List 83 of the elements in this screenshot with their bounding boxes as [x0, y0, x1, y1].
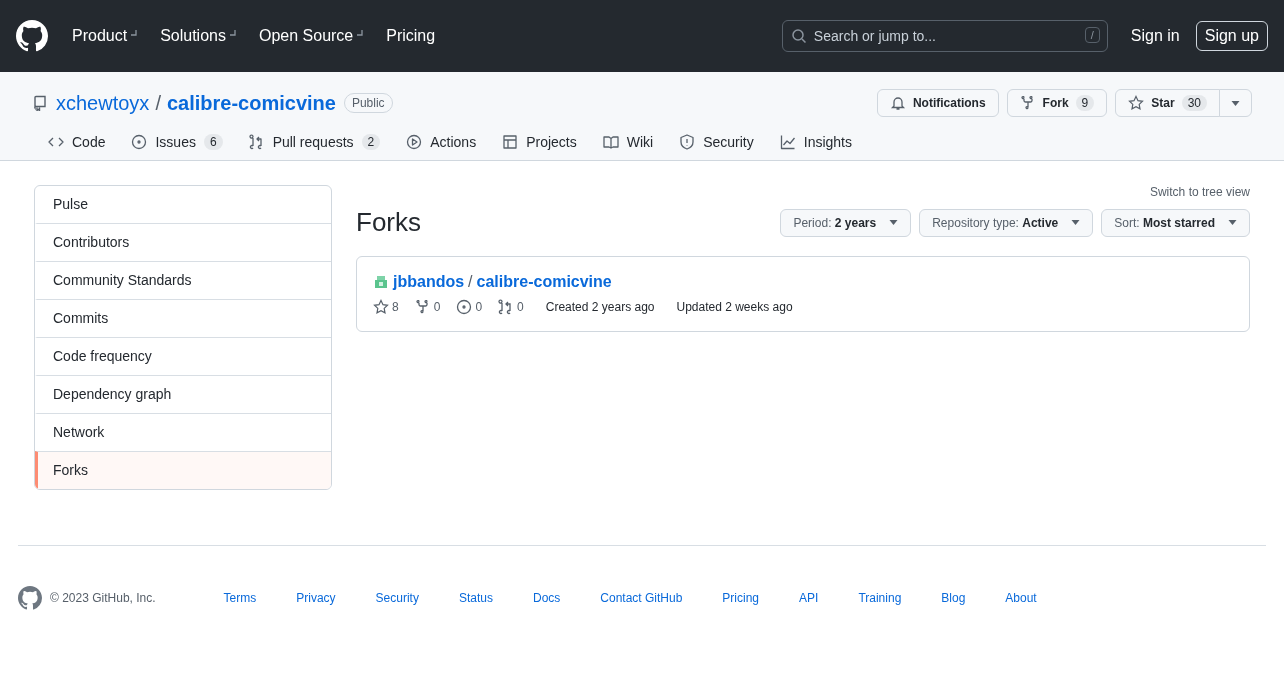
footer-link[interactable]: Security: [375, 591, 419, 605]
search-icon: [790, 28, 807, 44]
menu-item[interactable]: Pulse: [35, 186, 331, 223]
avatar-icon: [373, 274, 389, 290]
fork-count: 9: [1075, 95, 1095, 111]
repository-tab[interactable]: Projects: [494, 134, 585, 150]
nav-menu-link[interactable]: Solutions: [160, 27, 237, 45]
sign-up-button[interactable]: Sign up: [1195, 21, 1268, 51]
repository-tab[interactable]: Wiki: [594, 134, 662, 150]
repository-tab[interactable]: Code: [40, 134, 114, 150]
shortcut-key: /: [1084, 27, 1100, 43]
security-icon: [679, 134, 696, 150]
wiki-icon: [602, 134, 619, 150]
issue-icon: [456, 299, 473, 315]
nav-menu-link[interactable]: Pricing: [386, 27, 436, 45]
repository-name-link[interactable]: calibre-comicvine: [166, 91, 336, 115]
repository-tab[interactable]: Actions: [398, 134, 485, 150]
issues-icon: [131, 134, 148, 150]
footer-link[interactable]: Privacy: [296, 591, 336, 605]
updated-date: Updated 2 weeks ago: [676, 300, 793, 314]
menu-item[interactable]: Commits: [35, 299, 331, 337]
footer-link[interactable]: Training: [858, 591, 902, 605]
actions-icon: [406, 134, 423, 150]
filter-dropdown[interactable]: Sort: Most starred: [1101, 208, 1250, 237]
menu-item[interactable]: Forks: [35, 451, 331, 489]
tab-count: 6: [203, 134, 223, 150]
bell-icon: [889, 95, 906, 111]
notifications-button[interactable]: Notifications: [876, 89, 999, 117]
filter-dropdown[interactable]: Period: 2 years: [780, 208, 912, 237]
path-separator: /: [468, 273, 473, 291]
star-count: 30: [1181, 95, 1207, 111]
footer-link[interactable]: Status: [458, 591, 493, 605]
footer-link[interactable]: Docs: [532, 591, 561, 605]
repository-tab[interactable]: Pull requests 2: [240, 134, 389, 150]
dropdown-icon: [130, 29, 139, 37]
sign-in-link[interactable]: Sign in: [1130, 27, 1180, 45]
star-count: 8: [373, 299, 399, 315]
footer-link[interactable]: API: [799, 591, 819, 605]
github-logo-icon[interactable]: [16, 20, 48, 52]
dropdown-icon: [356, 29, 365, 37]
repository-icon: [32, 95, 48, 111]
footer-link[interactable]: Terms: [223, 591, 257, 605]
fork-button[interactable]: Fork 9: [1006, 89, 1108, 117]
pulls-icon: [248, 134, 265, 150]
dropdown-icon: [228, 29, 237, 37]
repository-tab[interactable]: Issues 6: [123, 134, 231, 150]
menu-item[interactable]: Community Standards: [35, 261, 331, 299]
caret-icon: [1071, 220, 1081, 225]
caret-icon: [889, 220, 899, 225]
footer-link[interactable]: Pricing: [722, 591, 760, 605]
filter-dropdown[interactable]: Repository type: Active: [919, 208, 1094, 237]
created-date: Created 2 years ago: [545, 300, 655, 314]
nav-menu-link[interactable]: Product: [72, 27, 139, 45]
menu-item[interactable]: Contributors: [35, 223, 331, 261]
footer-link[interactable]: Blog: [941, 591, 966, 605]
pull-request-count: 0: [498, 299, 524, 315]
fork-icon: [414, 299, 431, 315]
star-icon: [1128, 95, 1145, 111]
footer-link[interactable]: Contact GitHub: [600, 591, 683, 605]
caret-icon: [1231, 100, 1240, 106]
fork-icon: [1019, 95, 1036, 111]
switch-view-link[interactable]: Switch to tree view: [1149, 185, 1250, 199]
star-icon: [373, 299, 389, 315]
caret-icon: [1228, 220, 1237, 225]
repository-tab[interactable]: Security: [671, 134, 762, 150]
footer-link[interactable]: About: [1005, 591, 1037, 605]
nav-menu-link[interactable]: Open Source: [258, 27, 365, 45]
page-title: Forks: [356, 207, 421, 238]
copyright-text: © 2023 GitHub, Inc.: [50, 591, 156, 605]
star-options-button[interactable]: [1219, 89, 1252, 117]
tab-count: 2: [361, 134, 381, 150]
menu-item[interactable]: Dependency graph: [35, 375, 331, 413]
fork-count: 0: [414, 299, 441, 315]
repository-owner-link[interactable]: xchewtoyx: [56, 91, 150, 115]
issue-count: 0: [456, 299, 483, 315]
fork-owner-link[interactable]: jbbandos: [393, 273, 465, 291]
star-button[interactable]: Star 30: [1115, 89, 1220, 117]
fork-repository-link[interactable]: calibre-comicvine: [476, 273, 612, 291]
path-separator: /: [155, 91, 161, 115]
repository-tab[interactable]: Insights: [771, 134, 860, 150]
insights-icon: [779, 134, 796, 150]
projects-icon: [502, 134, 519, 150]
menu-item[interactable]: Code frequency: [35, 337, 331, 375]
